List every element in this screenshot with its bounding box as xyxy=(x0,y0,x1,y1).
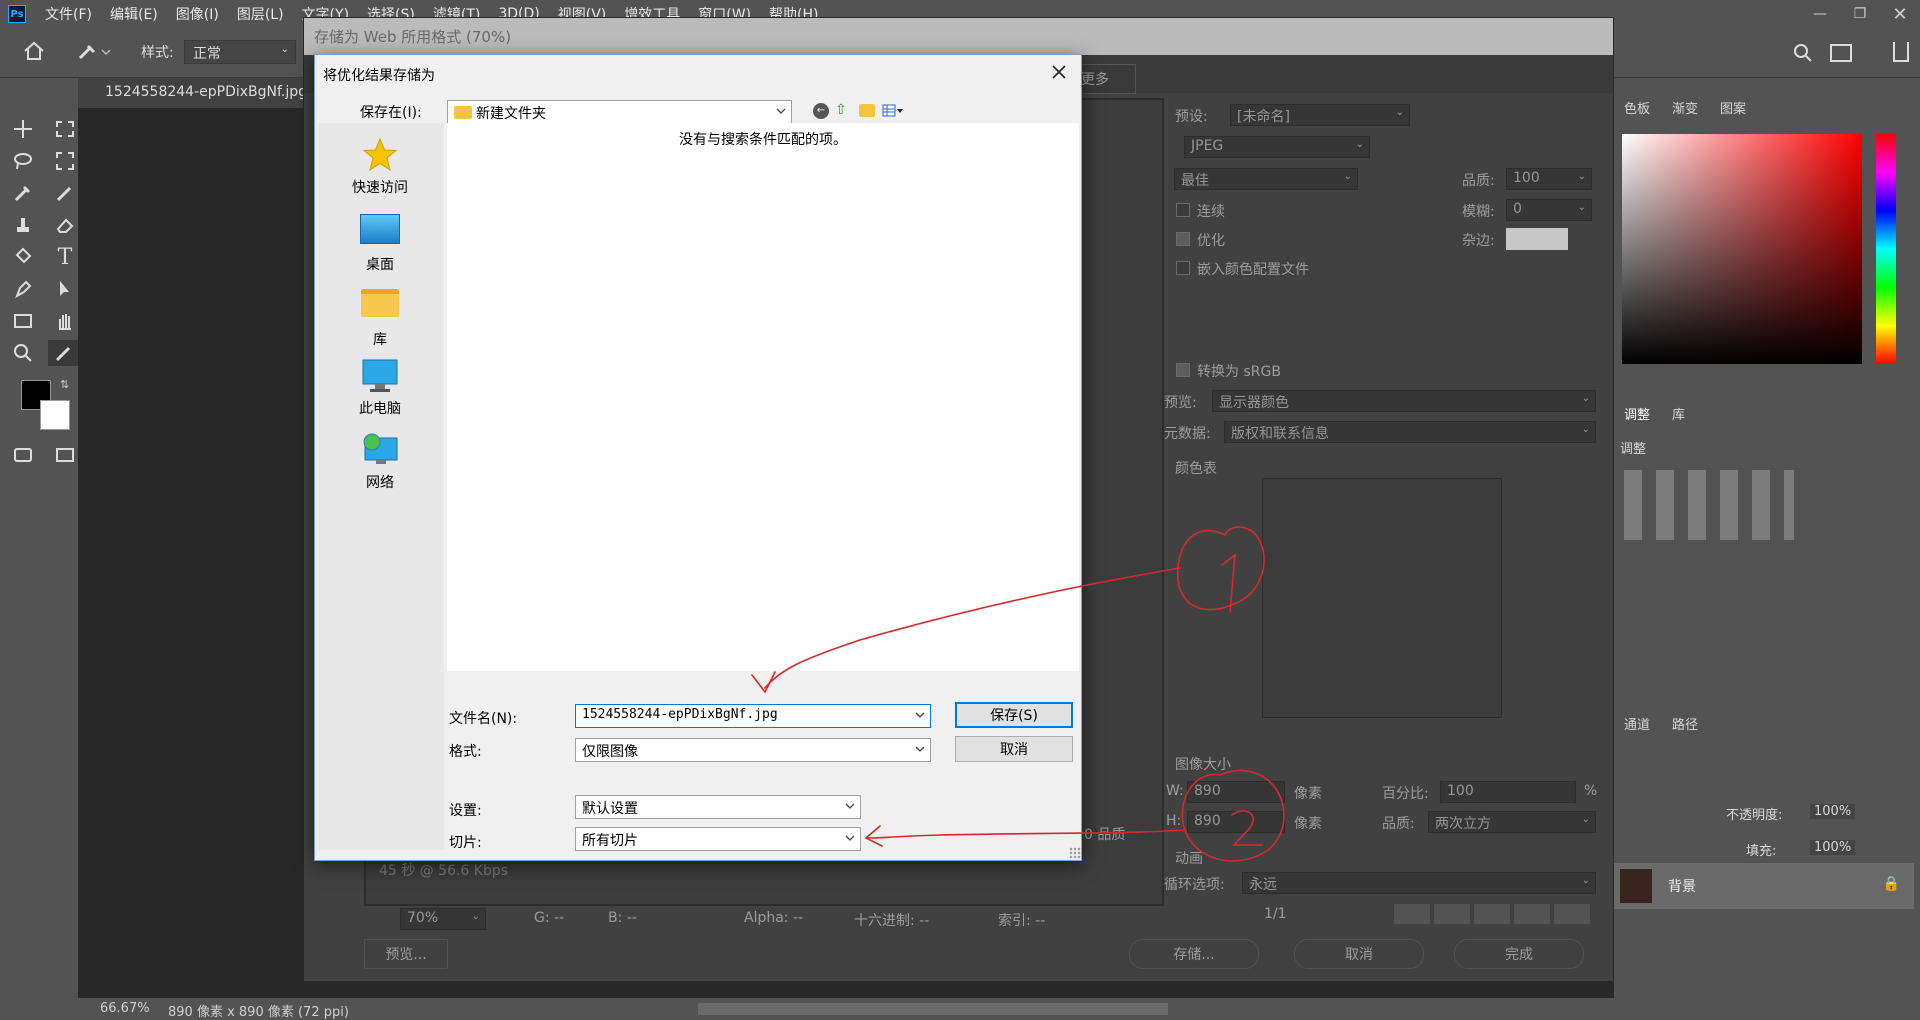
annotation-circle-2 xyxy=(1181,769,1285,862)
annotation-arrow-2 xyxy=(867,829,1186,839)
annotation-arrow-1 xyxy=(764,567,1181,689)
annotation-number-1 xyxy=(1221,553,1236,613)
red-annotation-overlay xyxy=(751,526,1285,862)
annotation-circle-1 xyxy=(1176,526,1265,611)
annotation-arrowhead-2 xyxy=(864,825,883,847)
annotation-number-2 xyxy=(1231,810,1263,846)
